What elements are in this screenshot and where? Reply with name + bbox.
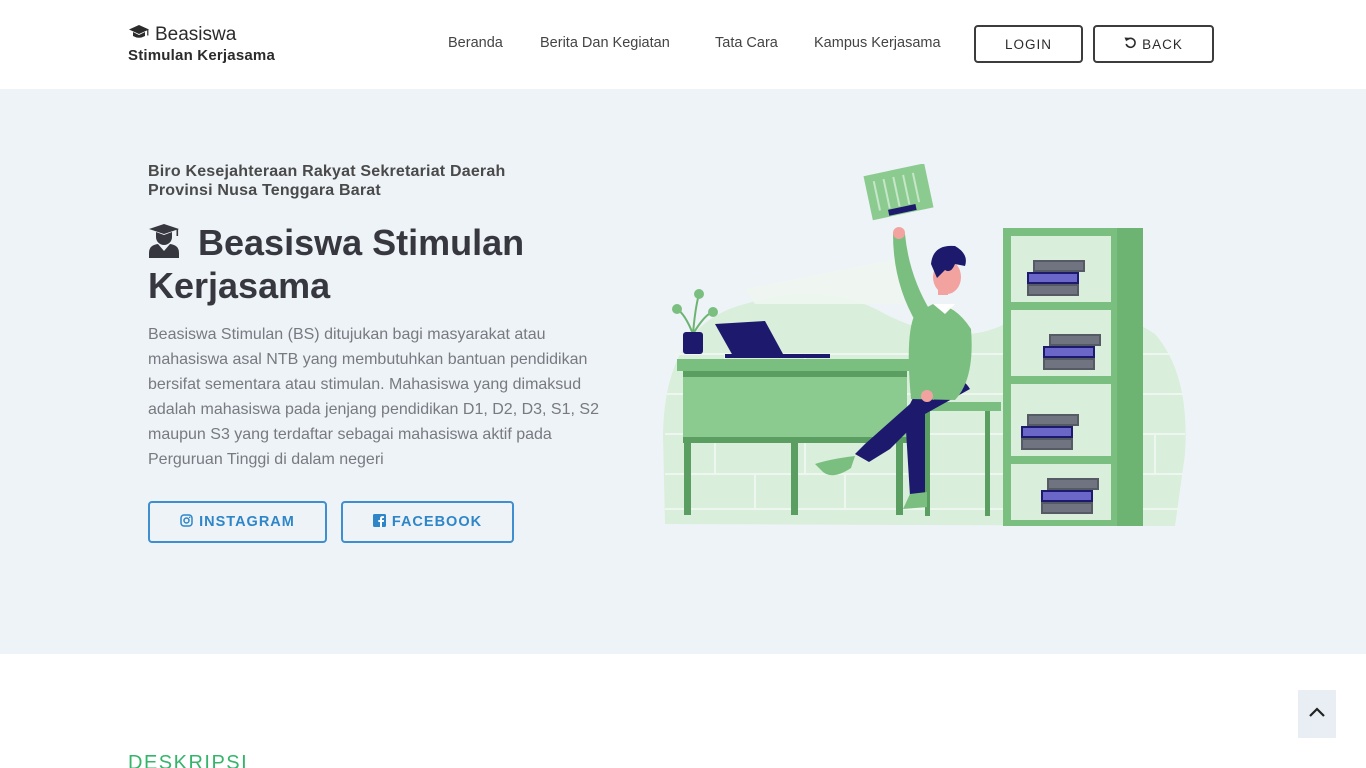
student-study-illustration [663,164,1186,526]
user-graduate-icon [148,222,198,263]
back-button[interactable]: BACK [1093,25,1214,63]
undo-icon [1124,36,1142,52]
instagram-button[interactable]: INSTAGRAM [148,501,327,543]
brand-logo[interactable]: Beasiswa Stimulan Kerjasama [128,24,275,64]
hero-section: Biro Kesejahteraan Rakyat Sekretariat Da… [0,89,1366,654]
login-label: LOGIN [1004,36,1052,52]
hero-description: Beasiswa Stimulan (BS) ditujukan bagi ma… [148,326,599,468]
instagram-label: INSTAGRAM [199,514,295,530]
organization-line-1: Biro Kesejahteraan Rakyat Sekretariat Da… [148,163,506,180]
site-header: Beasiswa Stimulan Kerjasama Beranda Beri… [0,0,1366,89]
hero-title-text: Beasiswa Stimulan Kerjasama [148,222,525,306]
instagram-icon [180,513,199,531]
graduation-cap-icon [128,24,155,46]
nav-beranda[interactable]: Beranda [448,34,503,52]
login-button[interactable]: LOGIN [974,25,1083,63]
back-label: BACK [1142,36,1183,52]
nav-kampus-kerjasama[interactable]: Kampus Kerjasama [814,34,941,52]
section-heading: DESKRIPSI [128,752,249,768]
brand-subtitle: Stimulan Kerjasama [128,47,275,64]
hero-title: Beasiswa Stimulan Kerjasama [148,221,618,307]
facebook-icon [372,513,392,531]
back-to-top-button[interactable] [1298,690,1336,738]
nav-tata-cara[interactable]: Tata Cara [715,34,778,52]
brand-title: Beasiswa [155,24,237,45]
organization-line-2: Provinsi Nusa Tenggara Barat [148,182,381,199]
facebook-button[interactable]: FACEBOOK [341,501,514,543]
organization-name: Biro Kesejahteraan Rakyat Sekretariat Da… [148,162,505,200]
facebook-label: FACEBOOK [391,514,483,530]
chevron-up-icon [1308,705,1326,723]
nav-berita-dan-kegiatan[interactable]: Berita Dan Kegiatan [540,34,670,52]
